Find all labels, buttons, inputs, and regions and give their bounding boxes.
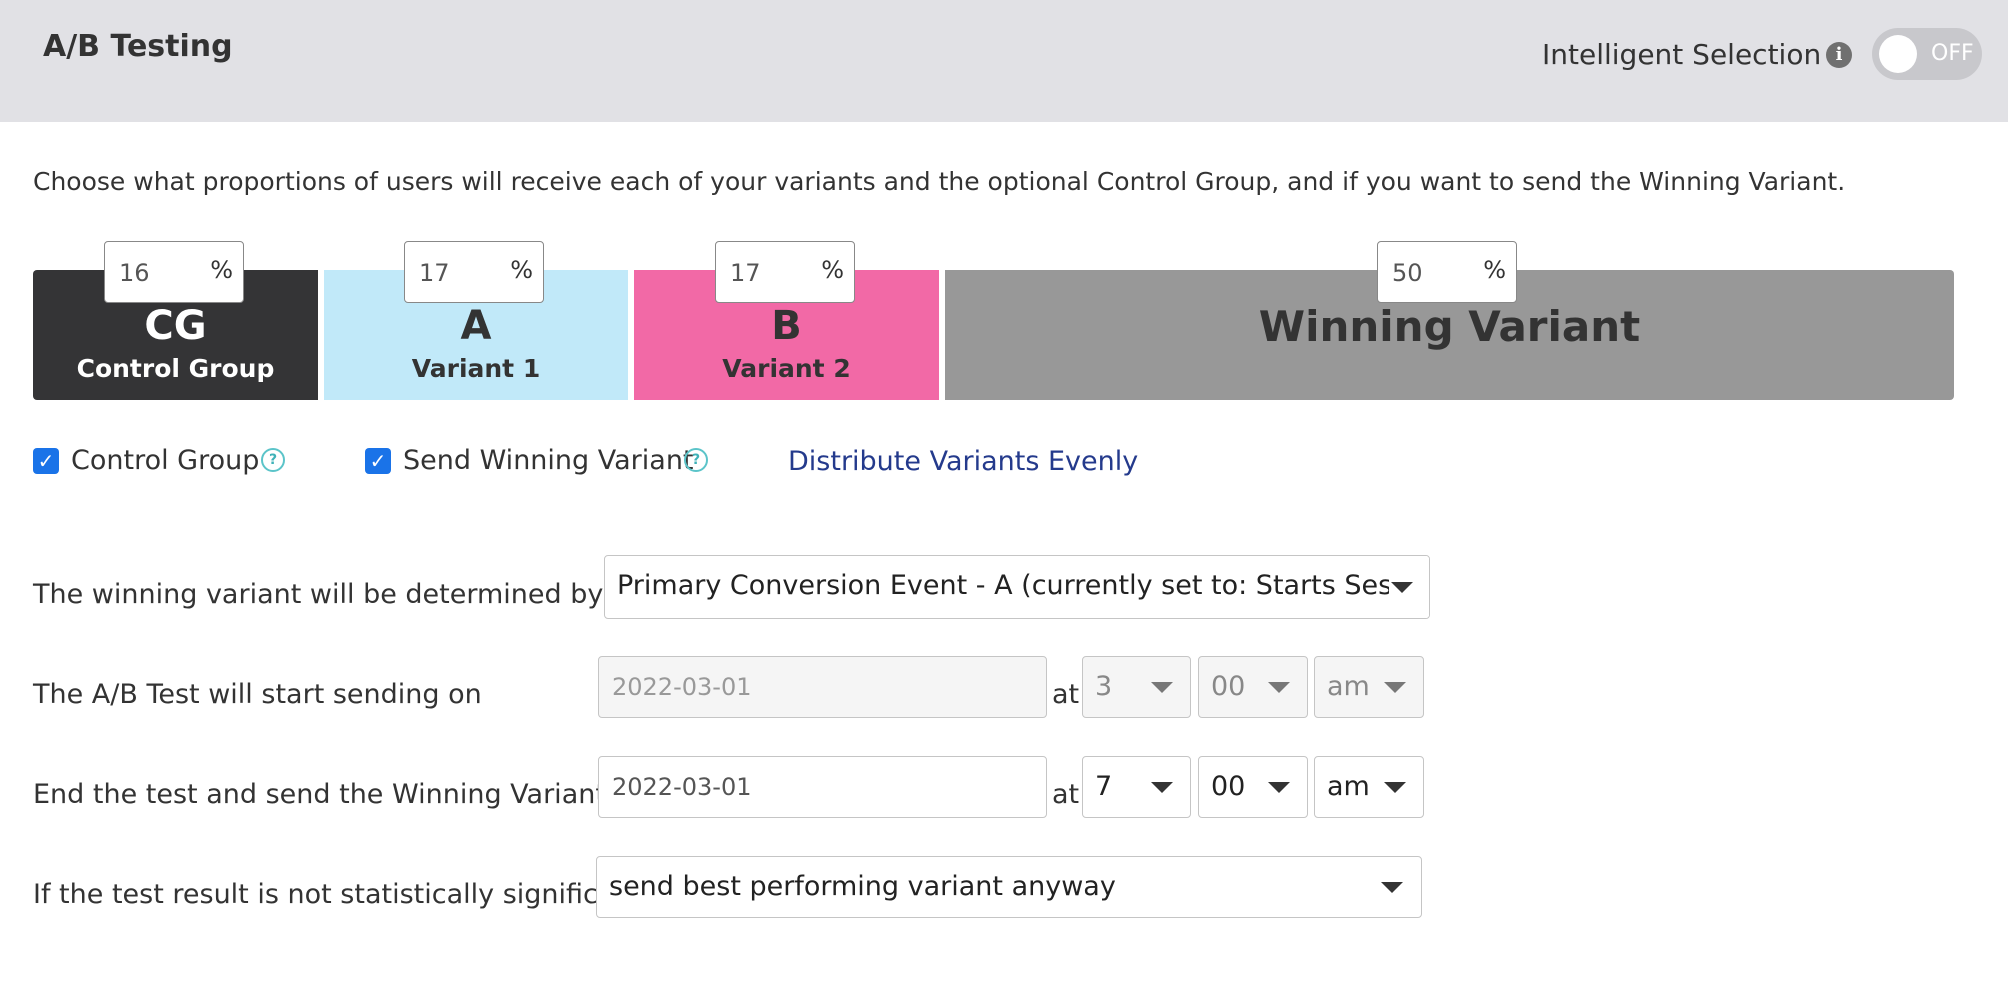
chevron-down-icon <box>1391 582 1413 593</box>
control-group-checkbox-label: Control Group <box>71 445 260 476</box>
segment-short-label: CG <box>144 303 207 349</box>
end-hour-value: 7 <box>1095 771 1113 802</box>
start-date-value: 2022-03-01 <box>612 673 752 701</box>
percent-value: 17 <box>730 259 761 287</box>
end-ampm-select[interactable]: am <box>1314 756 1424 818</box>
significance-value: send best performing variant anyway <box>609 871 1116 902</box>
send-winning-variant-help-icon[interactable]: ? <box>684 448 708 472</box>
end-minute-value: 00 <box>1211 771 1246 802</box>
control-group-checkbox[interactable]: ✓ <box>33 448 59 474</box>
send-winning-variant-label: Send Winning Variant <box>403 445 694 476</box>
control-group-percent-input[interactable]: 16 % <box>104 241 244 303</box>
start-minute-value: 00 <box>1211 671 1246 702</box>
end-test-label: End the test and send the Winning Varian… <box>33 779 649 810</box>
start-minute-select[interactable]: 00 <box>1198 656 1308 718</box>
variant-b-percent-input[interactable]: 17 % <box>715 241 855 303</box>
winning-metric-select[interactable]: Primary Conversion Event - A (currently … <box>604 555 1430 619</box>
header-bar: A/B Testing Intelligent Selection i OFF <box>0 0 2008 122</box>
description-text: Choose what proportions of users will re… <box>33 167 1846 196</box>
percent-value: 16 <box>119 259 150 287</box>
chevron-down-icon <box>1268 782 1290 793</box>
end-minute-select[interactable]: 00 <box>1198 756 1308 818</box>
percent-value: 50 <box>1392 259 1423 287</box>
end-at-label: at <box>1052 779 1080 810</box>
winning-metric-value: Primary Conversion Event - A (currently … <box>617 570 1430 601</box>
send-winning-variant-checkbox[interactable]: ✓ <box>365 448 391 474</box>
chevron-down-icon <box>1384 682 1406 693</box>
distribute-variants-evenly-link[interactable]: Distribute Variants Evenly <box>788 446 1138 477</box>
chevron-down-icon <box>1268 682 1290 693</box>
start-hour-value: 3 <box>1095 671 1113 702</box>
percent-sign: % <box>821 256 844 284</box>
winning-variant-percent-input[interactable]: 50 % <box>1377 241 1517 303</box>
percent-sign: % <box>1483 256 1506 284</box>
control-group-help-icon[interactable]: ? <box>261 448 285 472</box>
intelligent-selection-label: Intelligent Selection <box>1542 38 1822 71</box>
chevron-down-icon <box>1151 682 1173 693</box>
segment-short-label: A <box>460 303 492 349</box>
end-date-value: 2022-03-01 <box>612 773 752 801</box>
significance-select[interactable]: send best performing variant anyway <box>596 856 1422 918</box>
segment-name: Variant 2 <box>722 354 851 383</box>
start-sending-label: The A/B Test will start sending on <box>33 679 482 710</box>
segment-name: Control Group <box>76 354 275 383</box>
intelligent-selection-toggle[interactable]: OFF <box>1872 28 1982 80</box>
segment-short-label: B <box>771 303 802 349</box>
start-ampm-select[interactable]: am <box>1314 656 1424 718</box>
segment-name: Variant 1 <box>411 354 541 383</box>
chevron-down-icon <box>1381 882 1403 893</box>
toggle-state-label: OFF <box>1931 41 1974 66</box>
start-at-label: at <box>1052 679 1080 710</box>
info-icon[interactable]: i <box>1826 42 1852 68</box>
variant-a-percent-input[interactable]: 17 % <box>404 241 544 303</box>
end-hour-select[interactable]: 7 <box>1082 756 1191 818</box>
start-date-input[interactable]: 2022-03-01 <box>598 656 1047 718</box>
chevron-down-icon <box>1151 782 1173 793</box>
start-ampm-value: am <box>1327 671 1370 702</box>
percent-sign: % <box>210 256 233 284</box>
percent-value: 17 <box>419 259 450 287</box>
start-hour-select[interactable]: 3 <box>1082 656 1191 718</box>
end-date-input[interactable]: 2022-03-01 <box>598 756 1047 818</box>
chevron-down-icon <box>1384 782 1406 793</box>
toggle-knob <box>1879 35 1917 73</box>
percent-sign: % <box>510 256 533 284</box>
significance-label: If the test result is not statistically … <box>33 879 643 910</box>
end-ampm-value: am <box>1327 771 1370 802</box>
winning-determined-label: The winning variant will be determined b… <box>33 579 611 610</box>
segment-short-label: Winning Variant <box>1258 302 1641 351</box>
page-title: A/B Testing <box>43 29 233 64</box>
